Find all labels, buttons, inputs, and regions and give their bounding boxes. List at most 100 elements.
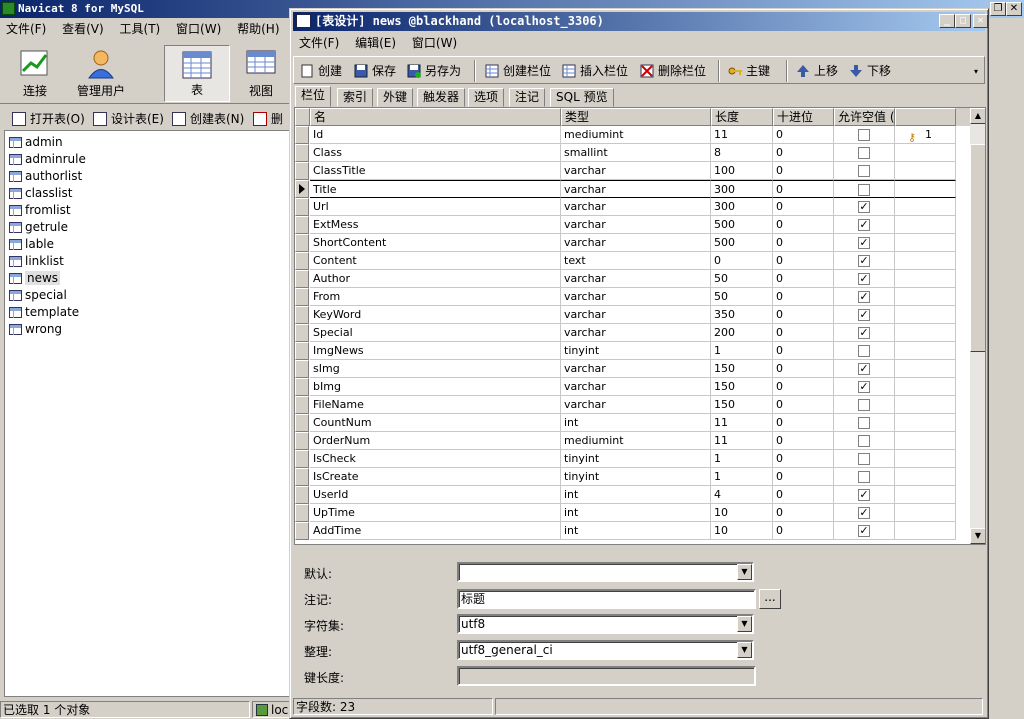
field-type-cell[interactable]: int bbox=[561, 504, 711, 522]
field-decimals-cell[interactable]: 0 bbox=[773, 216, 834, 234]
field-decimals-cell[interactable]: 0 bbox=[773, 432, 834, 450]
field-name-cell[interactable]: IsCheck bbox=[310, 450, 561, 468]
menu-help[interactable]: 帮助(H) bbox=[231, 19, 285, 39]
allow-null-checkbox[interactable]: ✓ bbox=[858, 291, 870, 303]
row-indicator[interactable] bbox=[295, 432, 309, 450]
field-length-cell[interactable]: 10 bbox=[711, 522, 773, 540]
field-name-cell[interactable]: Author bbox=[310, 270, 561, 288]
grid-vertical-scrollbar[interactable]: ▲ ▼ bbox=[970, 108, 985, 544]
table-row[interactable]: Class smallint 8 0 bbox=[295, 144, 970, 162]
header-name[interactable]: 名 bbox=[310, 108, 561, 126]
table-row[interactable]: IsCheck tinyint 1 0 bbox=[295, 450, 970, 468]
allow-null-checkbox[interactable]: ✓ bbox=[858, 201, 870, 213]
chevron-down-icon[interactable]: ▼ bbox=[737, 616, 752, 632]
add-field-button[interactable]: 创建栏位 bbox=[485, 61, 551, 81]
allow-null-checkbox[interactable] bbox=[858, 471, 870, 483]
connect-button[interactable]: 连接 bbox=[2, 45, 68, 102]
row-indicator[interactable] bbox=[295, 522, 309, 540]
field-type-cell[interactable]: text bbox=[561, 252, 711, 270]
field-length-cell[interactable]: 500 bbox=[711, 234, 773, 252]
field-name-cell[interactable]: IsCreate bbox=[310, 468, 561, 486]
primary-key-button[interactable]: 主键 bbox=[728, 61, 770, 81]
field-name-cell[interactable]: Content bbox=[310, 252, 561, 270]
table-row[interactable]: ClassTitle varchar 100 0 bbox=[295, 162, 970, 180]
field-name-cell[interactable]: OrderNum bbox=[310, 432, 561, 450]
field-length-cell[interactable]: 300 bbox=[711, 198, 773, 216]
allow-null-checkbox[interactable]: ✓ bbox=[858, 219, 870, 231]
table-list-item[interactable]: getrule bbox=[5, 219, 289, 236]
field-type-cell[interactable]: varchar bbox=[561, 378, 711, 396]
scroll-thumb[interactable] bbox=[970, 144, 985, 352]
charset-select[interactable]: utf8 ▼ bbox=[457, 614, 754, 634]
field-length-cell[interactable]: 150 bbox=[711, 378, 773, 396]
scroll-down-icon[interactable]: ▼ bbox=[970, 528, 985, 544]
header-type[interactable]: 类型 bbox=[561, 108, 711, 126]
field-length-cell[interactable]: 100 bbox=[711, 162, 773, 180]
field-decimals-cell[interactable]: 0 bbox=[773, 396, 834, 414]
allow-null-checkbox[interactable]: ✓ bbox=[858, 381, 870, 393]
table-list-item[interactable]: fromlist bbox=[5, 202, 289, 219]
key-cell[interactable] bbox=[895, 342, 956, 360]
key-cell[interactable] bbox=[895, 468, 956, 486]
key-cell[interactable] bbox=[895, 306, 956, 324]
key-cell[interactable] bbox=[895, 216, 956, 234]
save-button[interactable]: 保存 bbox=[354, 61, 396, 81]
table-list-item[interactable]: linklist bbox=[5, 253, 289, 270]
table-row[interactable]: ShortContent varchar 500 0 ✓ bbox=[295, 234, 970, 252]
field-type-cell[interactable]: varchar bbox=[561, 270, 711, 288]
key-cell[interactable] bbox=[895, 378, 956, 396]
table-list-item[interactable]: wrong bbox=[5, 321, 289, 338]
field-decimals-cell[interactable]: 0 bbox=[773, 522, 834, 540]
toolbar-overflow-icon[interactable]: ▾ bbox=[974, 67, 978, 76]
field-name-cell[interactable]: UpTime bbox=[310, 504, 561, 522]
delete-table-button[interactable]: 删 bbox=[253, 110, 283, 128]
field-decimals-cell[interactable]: 0 bbox=[773, 144, 834, 162]
tab-options[interactable]: 选项 bbox=[468, 88, 505, 107]
key-cell[interactable] bbox=[895, 414, 956, 432]
tab-indexes[interactable]: 索引 bbox=[337, 88, 374, 107]
key-cell[interactable] bbox=[895, 180, 956, 198]
allow-null-checkbox[interactable]: ✓ bbox=[858, 273, 870, 285]
table-list-item[interactable]: classlist bbox=[5, 185, 289, 202]
key-cell[interactable] bbox=[895, 144, 956, 162]
table-list-item[interactable]: template bbox=[5, 304, 289, 321]
tab-foreign-keys[interactable]: 外键 bbox=[377, 88, 414, 107]
field-decimals-cell[interactable]: 0 bbox=[773, 198, 834, 216]
table-row[interactable]: ImgNews tinyint 1 0 bbox=[295, 342, 970, 360]
field-length-cell[interactable]: 11 bbox=[711, 414, 773, 432]
field-decimals-cell[interactable]: 0 bbox=[773, 234, 834, 252]
field-name-cell[interactable]: Url bbox=[310, 198, 561, 216]
key-cell[interactable] bbox=[895, 396, 956, 414]
field-type-cell[interactable]: varchar bbox=[561, 198, 711, 216]
field-decimals-cell[interactable]: 0 bbox=[773, 414, 834, 432]
key-cell[interactable] bbox=[895, 504, 956, 522]
field-length-cell[interactable]: 200 bbox=[711, 324, 773, 342]
views-button[interactable]: 视图 bbox=[232, 45, 290, 102]
field-length-cell[interactable]: 350 bbox=[711, 306, 773, 324]
row-indicator[interactable] bbox=[295, 144, 309, 162]
table-row[interactable]: ExtMess varchar 500 0 ✓ bbox=[295, 216, 970, 234]
field-name-cell[interactable]: bImg bbox=[310, 378, 561, 396]
allow-null-checkbox[interactable] bbox=[858, 129, 870, 141]
table-row[interactable]: FileName varchar 150 0 bbox=[295, 396, 970, 414]
allow-null-checkbox[interactable] bbox=[858, 453, 870, 465]
table-list-item[interactable]: authorlist bbox=[5, 168, 289, 185]
field-name-cell[interactable]: CountNum bbox=[310, 414, 561, 432]
field-type-cell[interactable]: varchar bbox=[561, 180, 711, 198]
key-cell[interactable] bbox=[895, 162, 956, 180]
menu-file[interactable]: 文件(F) bbox=[0, 19, 52, 39]
row-indicator[interactable] bbox=[295, 198, 309, 216]
header-allow-null[interactable]: 允许空值 ( bbox=[834, 108, 895, 126]
field-type-cell[interactable]: varchar bbox=[561, 288, 711, 306]
field-name-cell[interactable]: ExtMess bbox=[310, 216, 561, 234]
menu-window[interactable]: 窗口(W) bbox=[170, 19, 227, 39]
field-name-cell[interactable]: sImg bbox=[310, 360, 561, 378]
field-name-cell[interactable]: Title bbox=[310, 180, 561, 198]
key-cell[interactable] bbox=[895, 198, 956, 216]
field-length-cell[interactable]: 1 bbox=[711, 450, 773, 468]
field-decimals-cell[interactable]: 0 bbox=[773, 288, 834, 306]
field-length-cell[interactable]: 1 bbox=[711, 342, 773, 360]
field-type-cell[interactable]: tinyint bbox=[561, 450, 711, 468]
row-indicator[interactable] bbox=[295, 216, 309, 234]
field-decimals-cell[interactable]: 0 bbox=[773, 468, 834, 486]
